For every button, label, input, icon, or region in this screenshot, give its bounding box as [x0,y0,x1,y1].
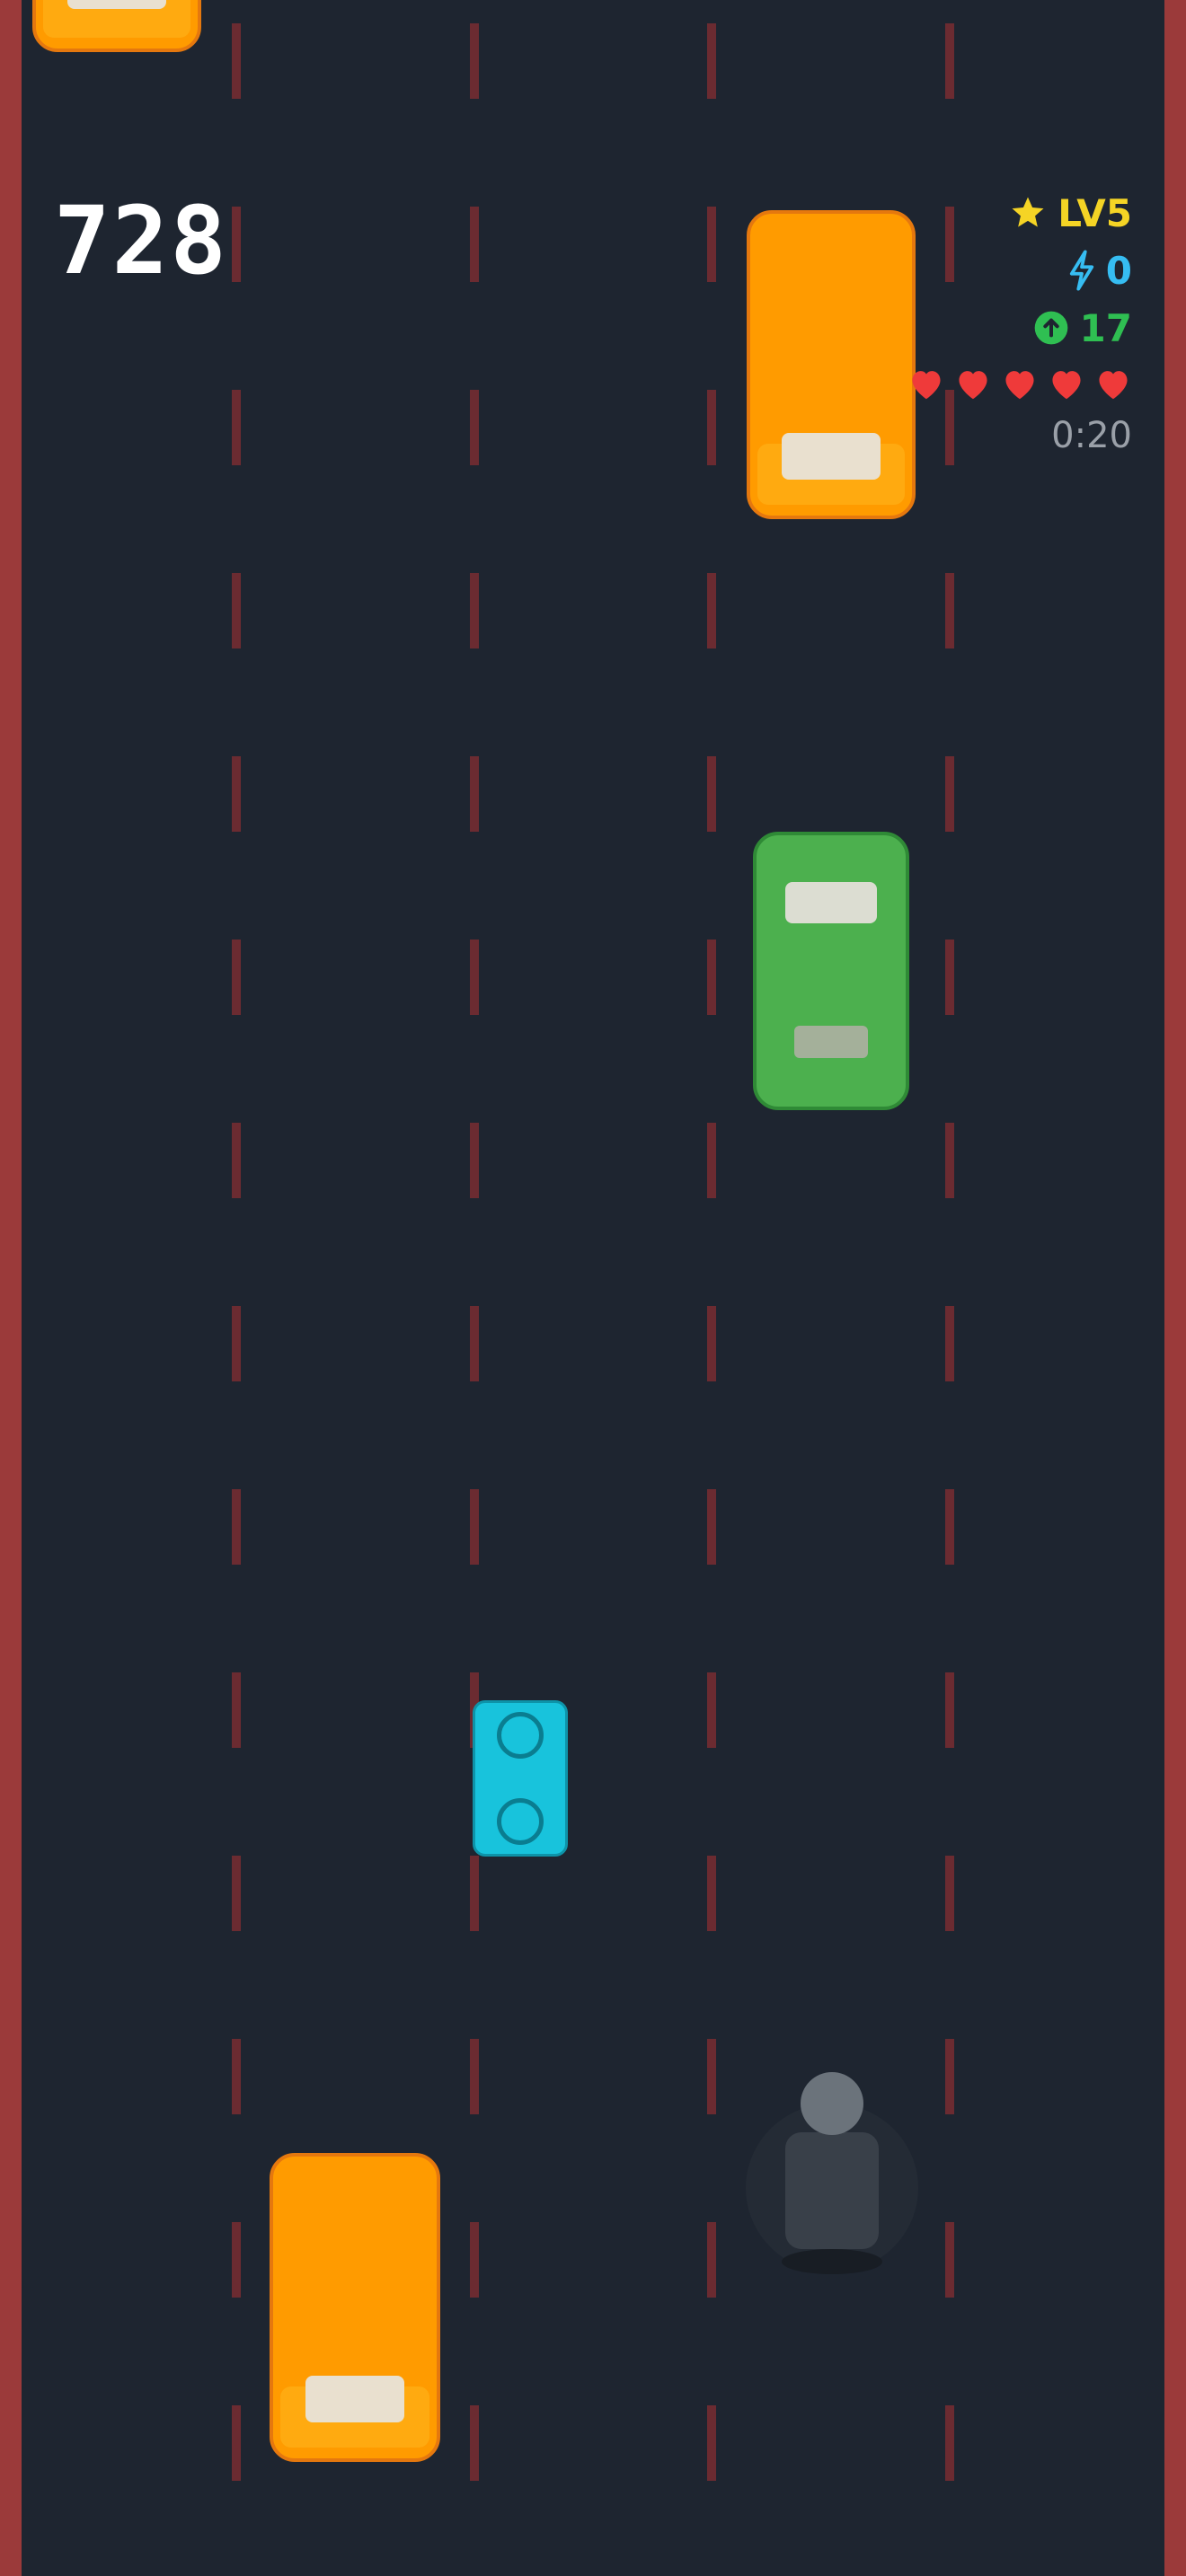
lane-divider-2 [470,0,479,2576]
coin-count: 17 [1079,305,1132,350]
lane-dash [945,1123,954,1198]
lane-dash [707,2222,716,2298]
heart-icon [1001,366,1039,401]
green-car [753,832,909,1110]
boost-counter: 0 [809,242,1132,299]
lane-dash [707,2039,716,2114]
lane-dash [470,2039,479,2114]
star-icon [1009,194,1047,232]
lane-divider-1 [232,0,241,2576]
lane-dash [470,1856,479,1931]
lane-dash [232,1856,241,1931]
lane-dash [707,1489,716,1565]
coin-arrow-icon [1033,310,1069,346]
lane-dash [470,23,479,99]
heart-icon [907,366,945,401]
game-screen[interactable]: 728 LV5 0 17 0:20 [0,0,1186,2576]
lane-dash [232,1489,241,1565]
lane-dash [945,2405,954,2481]
lane-dash [232,756,241,832]
lane-divider-3 [707,0,716,2576]
lane-dash [232,573,241,648]
lives-indicator [809,357,1132,410]
lane-dash [470,1123,479,1198]
lane-dash [232,2222,241,2298]
orange-van [270,2153,440,2462]
lane-dash [232,390,241,465]
lane-dash [707,2405,716,2481]
lane-dash [945,573,954,648]
cyan-motorbike [473,1700,568,1857]
lane-dash [945,1489,954,1565]
lane-dash [470,207,479,282]
hud-panel: LV5 0 17 0:20 [809,184,1132,461]
level-label: LV5 [1058,190,1132,235]
timer: 0:20 [1051,415,1132,456]
road-edge-left [0,0,22,2576]
road-edge-right [1164,0,1186,2576]
lane-dash [470,1306,479,1381]
lane-dash [232,2405,241,2481]
lane-dash [232,2039,241,2114]
lane-dash [707,207,716,282]
lane-dash [707,390,716,465]
lane-dash [232,1123,241,1198]
lane-dash [470,940,479,1015]
lane-dash [232,1306,241,1381]
lane-dash [945,2222,954,2298]
lane-dash [945,23,954,99]
orange-van [32,0,201,52]
lane-dash [945,1672,954,1748]
lane-dash [470,1489,479,1565]
boost-count: 0 [1105,248,1132,293]
lane-dash [707,573,716,648]
lane-dash [470,2222,479,2298]
lane-dash [707,23,716,99]
lane-dash [470,2405,479,2481]
lane-dash [470,390,479,465]
lane-dash [945,756,954,832]
lane-dash [945,2039,954,2114]
lane-dash [707,940,716,1015]
heart-icon [1094,366,1132,401]
lane-dash [945,1856,954,1931]
heart-icon [954,366,992,401]
lane-dash [470,756,479,832]
level-indicator: LV5 [809,184,1132,242]
lane-dash [945,940,954,1015]
lane-dash [707,1672,716,1748]
score-display: 728 [54,186,228,296]
lane-dash [707,1856,716,1931]
lane-dash [707,1123,716,1198]
lane-dash [232,23,241,99]
lane-dash [232,940,241,1015]
lane-dash [707,1306,716,1381]
lane-dash [707,756,716,832]
lane-dash [232,207,241,282]
lane-dash [945,1306,954,1381]
heart-icon [1048,366,1085,401]
coin-counter: 17 [809,299,1132,357]
player-car[interactable] [744,2066,920,2278]
lightning-icon [1068,250,1095,291]
lane-dash [232,1672,241,1748]
lane-dash [470,573,479,648]
